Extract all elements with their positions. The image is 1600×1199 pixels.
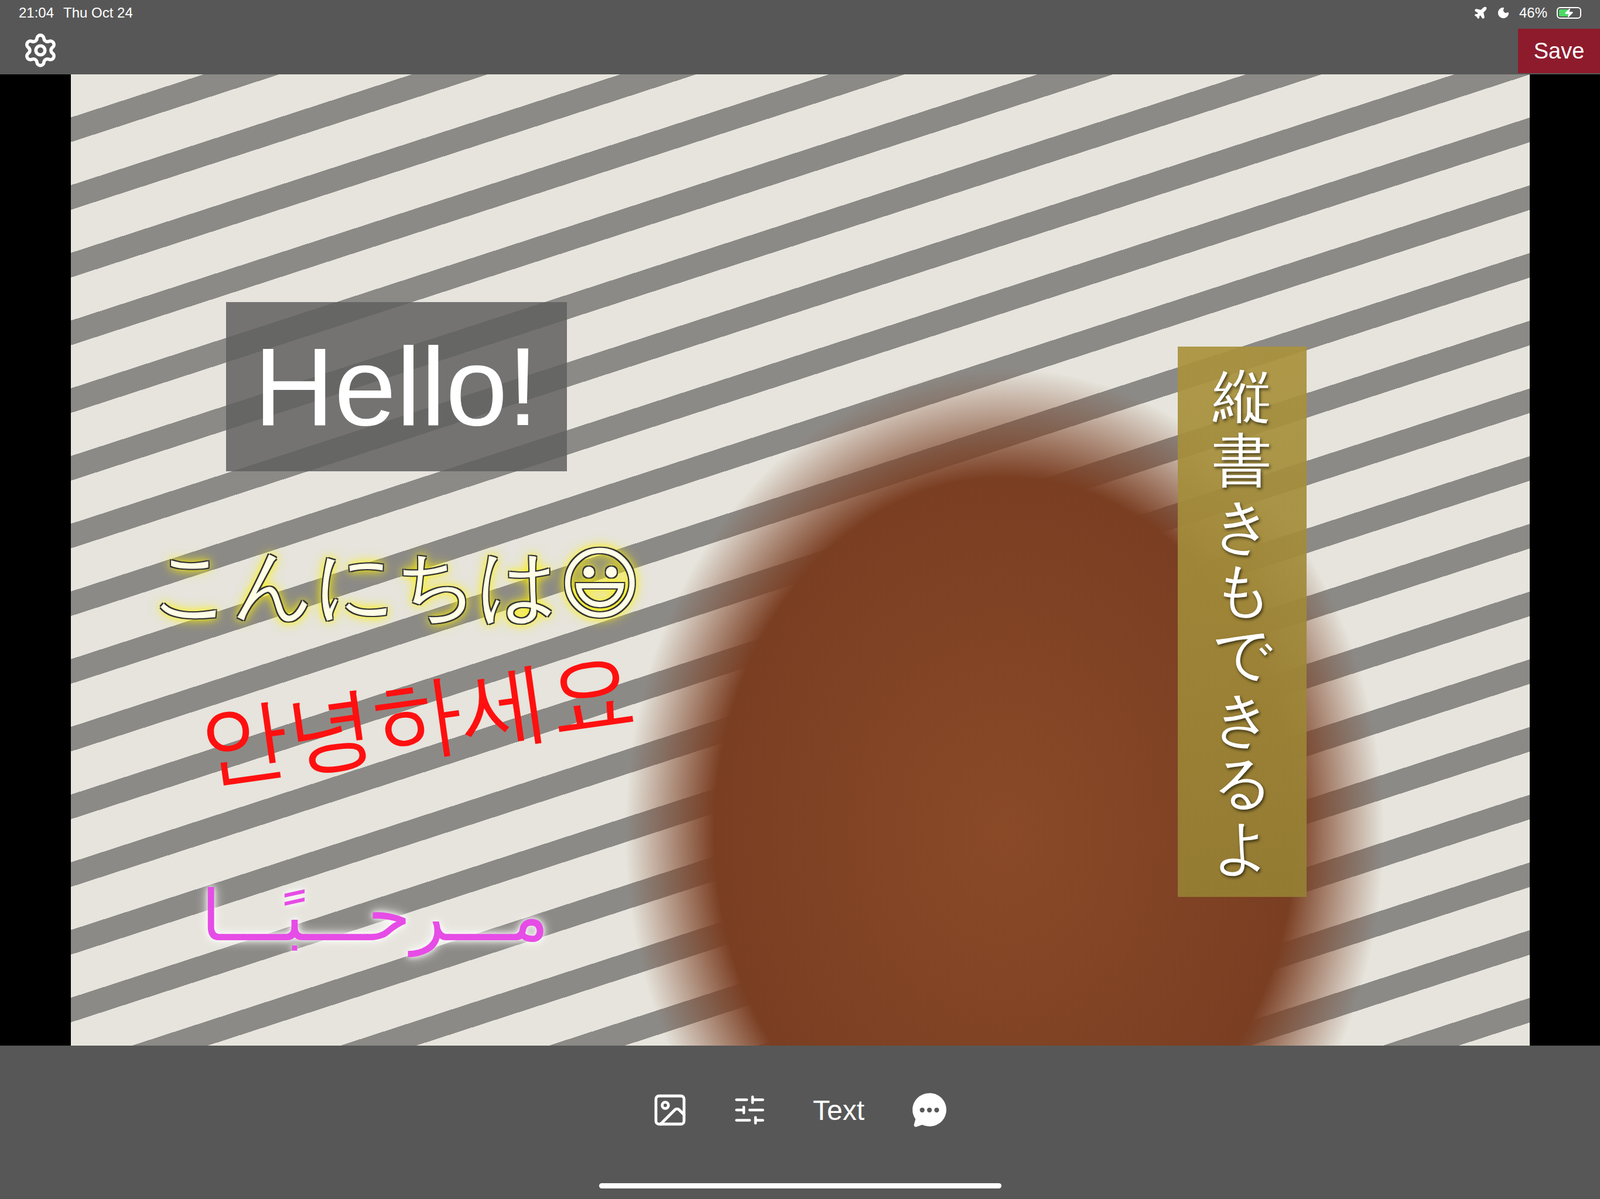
photo[interactable]: Hello! こんにちは😃안녕하세요 مـــرحـــبًـــا 縦書きもできるよ [70,74,1530,1046]
charging-bolt [1557,8,1581,18]
top-bar: 21:04 Thu Oct 24 46% Save [0,0,1600,75]
settings-button[interactable] [22,32,59,69]
text-button[interactable]: Text [810,1094,867,1127]
text-layer[interactable]: مـــرحـــبًـــا [201,870,550,963]
text-layer[interactable]: 안녕하세요 [192,634,643,800]
battery-icon [1556,7,1582,19]
adjust-button[interactable] [732,1092,768,1128]
screen: 21:04 Thu Oct 24 46% Save Hello! こんにちは😃안녕하세요 م… [0,0,1600,1199]
image-button[interactable] [651,1091,689,1130]
status-left: 21:04 Thu Oct 24 [18,4,133,22]
gear-icon[interactable] [22,32,59,69]
status-time: 21:04 [18,4,54,22]
toolbar: Save [0,25,1600,75]
status-right: 46% [1473,4,1582,22]
image-icon[interactable] [651,1091,689,1130]
home-indicator [599,1183,1002,1189]
text-layer[interactable]: 縦書きもできるよ [1212,364,1272,880]
status-date: Thu Oct 24 [63,4,133,22]
bolt-icon [1564,8,1574,18]
battery-percent: 46% [1519,4,1548,22]
bottom-tools: Text [651,1081,949,1140]
moon-icon [1496,6,1510,20]
status-bar: 21:04 Thu Oct 24 46% [0,0,1600,26]
text-layer[interactable]: Hello! [226,302,567,472]
bottom-toolbar: Text [0,1045,1600,1199]
sliders-icon[interactable] [732,1092,768,1128]
speech-bubble-icon[interactable] [910,1091,949,1130]
speech-bubble-button[interactable] [910,1091,949,1130]
text-layer[interactable]: こんにちは😃 [151,537,642,633]
canvas: Hello! こんにちは😃안녕하세요 مـــرحـــبًـــا 縦書きもできるよ [0,74,1600,1046]
airplane-icon [1473,5,1488,20]
vertical-text-box[interactable]: 縦書きもできるよ [1177,346,1307,898]
save-button[interactable]: Save [1518,28,1600,74]
